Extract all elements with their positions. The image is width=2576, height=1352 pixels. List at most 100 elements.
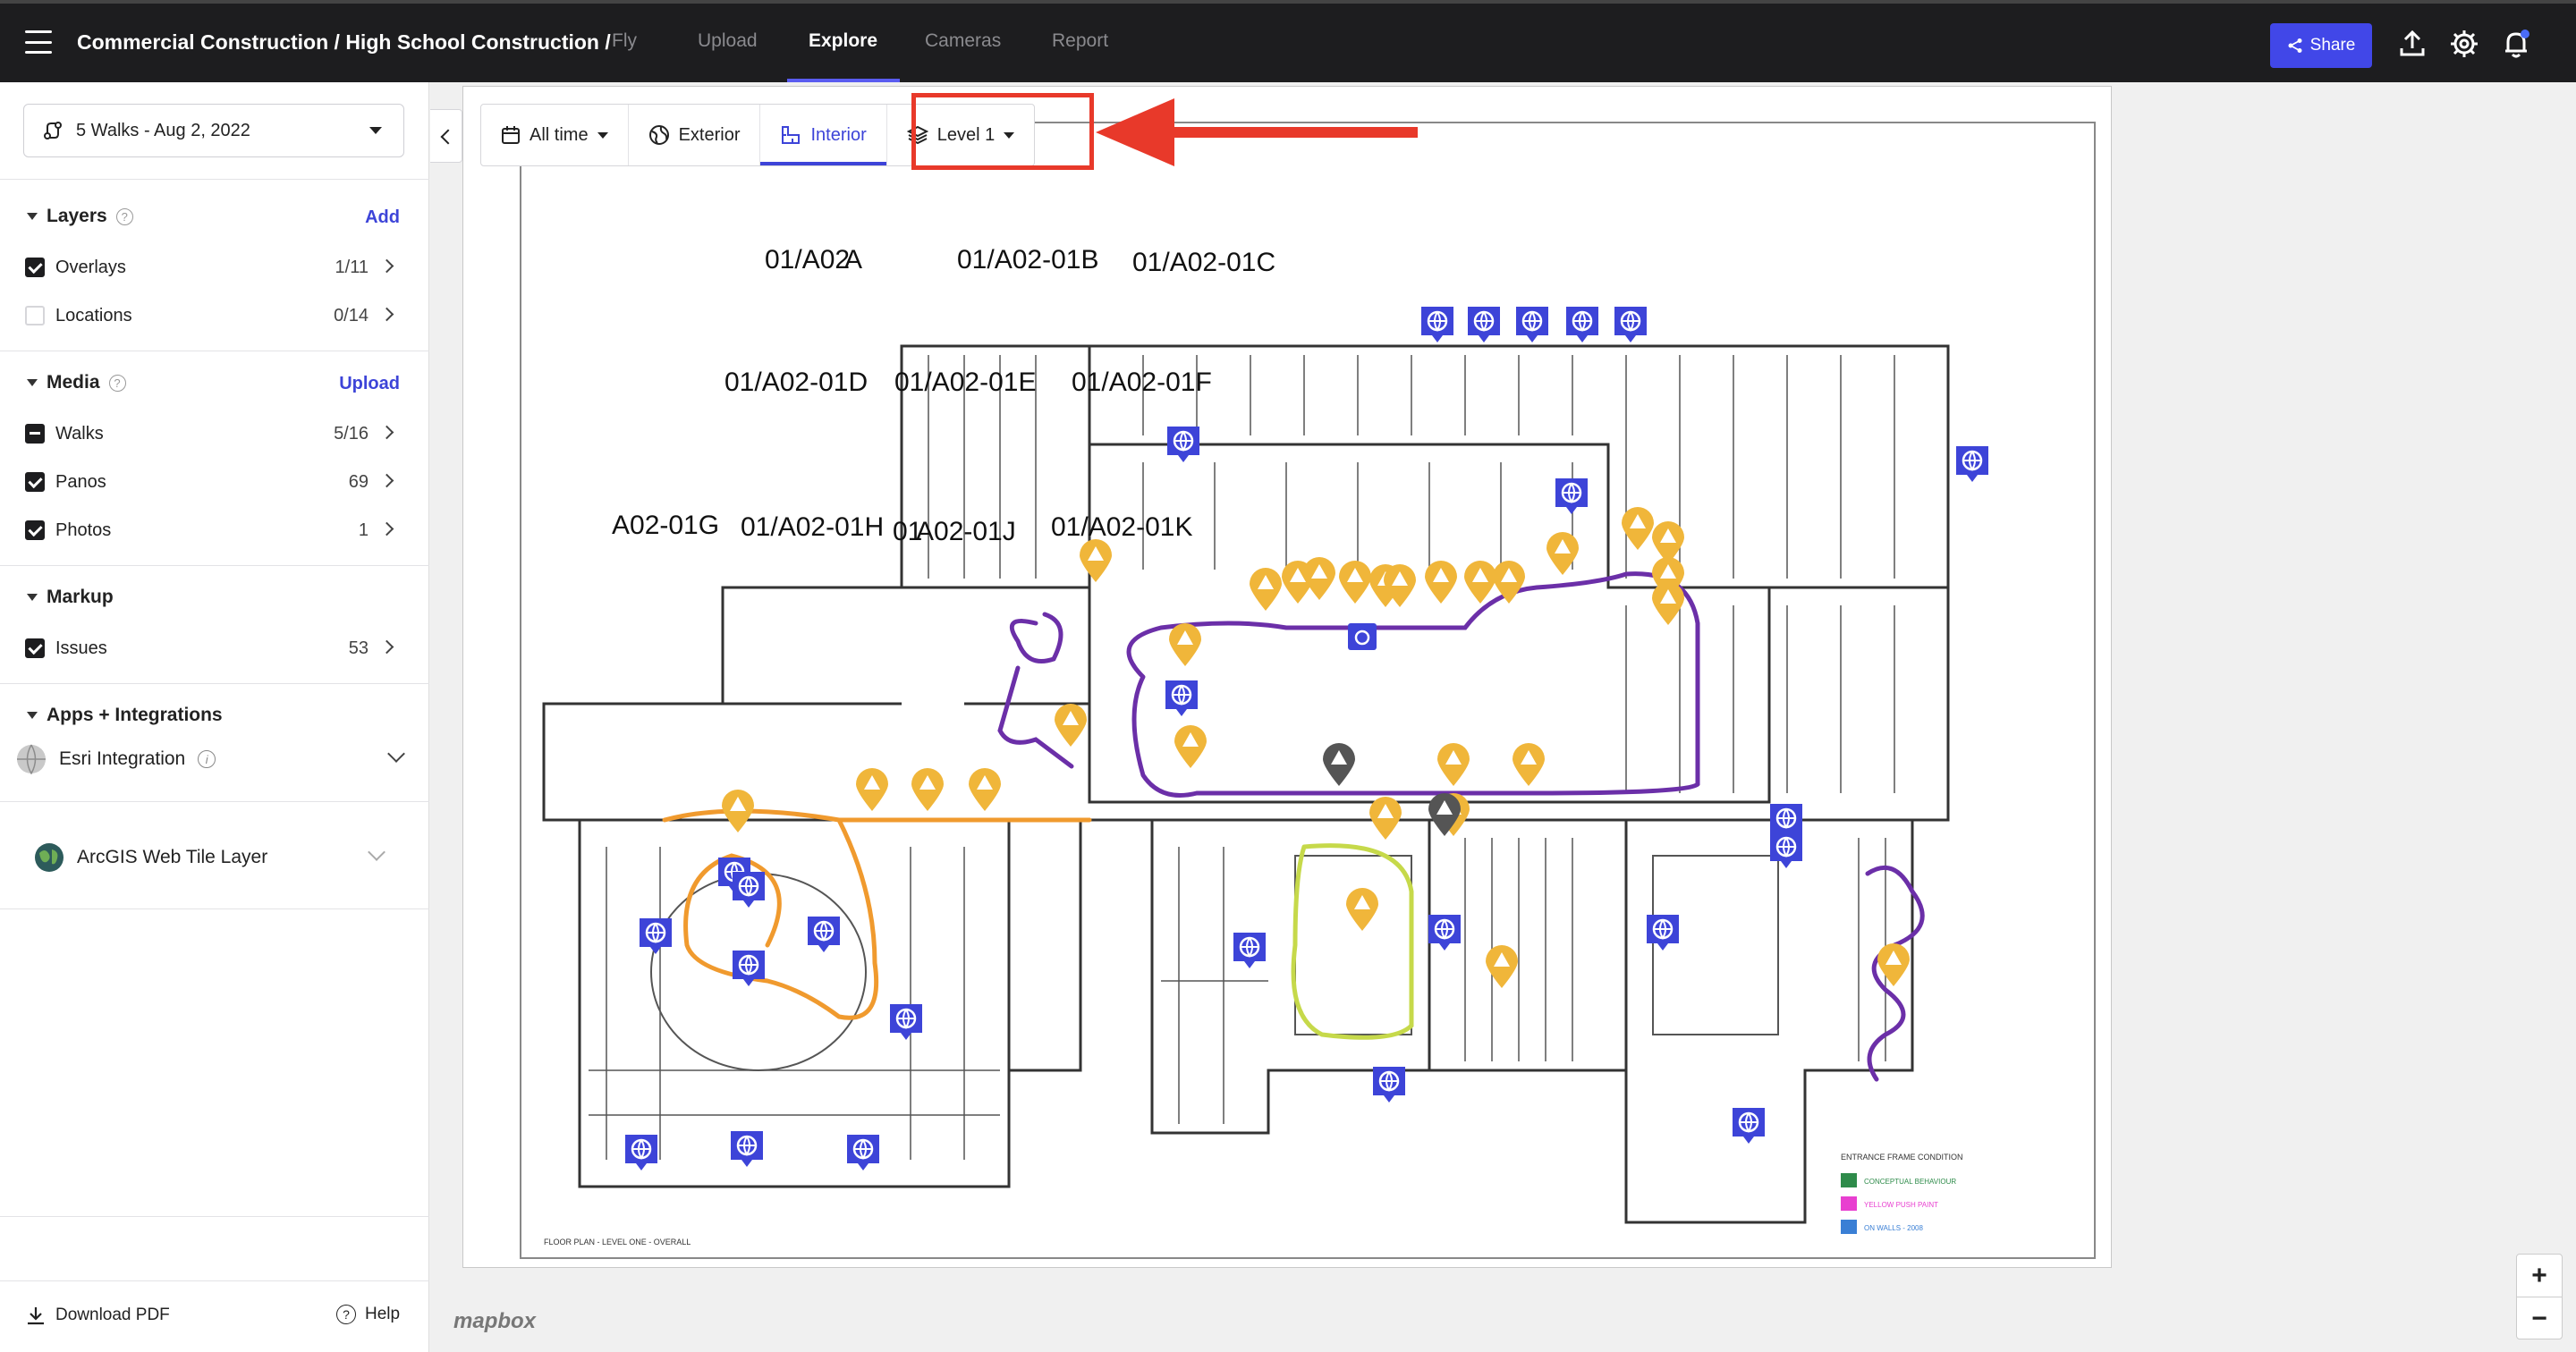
pano-marker-icon[interactable] bbox=[1421, 307, 1453, 342]
pano-marker-icon[interactable] bbox=[731, 1131, 763, 1167]
zoom-in-button[interactable]: + bbox=[2517, 1255, 2562, 1297]
issue-marker-icon[interactable] bbox=[1486, 945, 1518, 988]
chevron-right-icon[interactable] bbox=[379, 521, 394, 537]
time-filter-dropdown[interactable]: All time bbox=[481, 105, 629, 165]
pano-marker-icon[interactable] bbox=[1167, 427, 1199, 462]
pano-marker-icon[interactable] bbox=[1614, 307, 1647, 342]
pano-marker-icon[interactable] bbox=[1516, 307, 1548, 342]
resolved-issue-marker-icon[interactable] bbox=[1323, 743, 1355, 786]
export-upload-icon[interactable] bbox=[2397, 29, 2428, 59]
chevron-right-icon[interactable] bbox=[379, 307, 394, 322]
tab-report[interactable]: Report bbox=[1052, 30, 1108, 52]
issue-marker-icon[interactable] bbox=[1546, 532, 1579, 575]
collapse-sidebar-button[interactable] bbox=[430, 109, 462, 163]
issue-marker-icon[interactable] bbox=[1437, 743, 1470, 786]
issue-marker-icon[interactable] bbox=[856, 768, 888, 811]
issue-marker-icon[interactable] bbox=[1877, 943, 1910, 986]
upload-media-link[interactable]: Upload bbox=[339, 374, 400, 394]
floor-plan-sheet[interactable]: 01/A02 A 01/A02-01B 01/A02-01C 01/A02-01D 01/… bbox=[462, 86, 2112, 1268]
issue-marker-icon[interactable] bbox=[1174, 725, 1207, 768]
help-icon[interactable]: ? bbox=[108, 374, 126, 392]
pano-marker-icon[interactable] bbox=[733, 872, 765, 908]
pano-marker-icon[interactable] bbox=[625, 1135, 657, 1170]
tab-explore[interactable]: Explore bbox=[809, 30, 877, 52]
issue-marker-icon[interactable] bbox=[1464, 561, 1496, 604]
pano-marker-icon[interactable] bbox=[1373, 1067, 1405, 1103]
issue-marker-icon[interactable] bbox=[722, 790, 754, 832]
layers-section-header[interactable]: Layers ? bbox=[27, 206, 133, 227]
chevron-right-icon[interactable] bbox=[379, 258, 394, 274]
add-layer-link[interactable]: Add bbox=[365, 207, 400, 228]
tab-fly[interactable]: Fly bbox=[612, 30, 637, 52]
apps-section-header[interactable]: Apps + Integrations bbox=[27, 705, 223, 726]
chevron-right-icon[interactable] bbox=[379, 473, 394, 488]
issue-marker-icon[interactable] bbox=[1339, 561, 1371, 604]
media-row-walks[interactable]: Walks 5/16 bbox=[25, 420, 401, 447]
pano-marker-icon[interactable] bbox=[1647, 915, 1679, 951]
issue-marker-icon[interactable] bbox=[1513, 743, 1545, 786]
markup-row-issues[interactable]: Issues 53 bbox=[25, 635, 401, 662]
issue-marker-icon[interactable] bbox=[911, 768, 944, 811]
esri-integration-row[interactable]: Esri Integration i bbox=[16, 744, 216, 774]
pano-marker-icon[interactable] bbox=[1468, 307, 1500, 342]
overlays-checkbox[interactable] bbox=[25, 258, 45, 277]
issue-marker-icon[interactable] bbox=[1055, 704, 1087, 747]
media-section-header[interactable]: Media ? bbox=[27, 372, 126, 393]
walk-selector-dropdown[interactable]: 5 Walks - Aug 2, 2022 bbox=[23, 104, 404, 157]
layer-row-locations[interactable]: Locations 0/14 bbox=[25, 302, 401, 329]
issues-checkbox[interactable] bbox=[25, 638, 45, 658]
arcgis-layer-row[interactable]: ArcGIS Web Tile Layer bbox=[34, 842, 267, 873]
issue-marker-icon[interactable] bbox=[1250, 568, 1282, 611]
pano-marker-icon[interactable] bbox=[640, 918, 672, 954]
issue-marker-icon[interactable] bbox=[1080, 539, 1112, 582]
pano-marker-icon[interactable] bbox=[1233, 933, 1266, 968]
chevron-right-icon[interactable] bbox=[379, 425, 394, 440]
map-viewport[interactable]: 01/A02 A 01/A02-01B 01/A02-01C 01/A02-01D 01/… bbox=[430, 82, 2576, 1352]
issue-marker-icon[interactable] bbox=[1346, 888, 1378, 931]
chevron-down-icon[interactable] bbox=[387, 745, 405, 763]
walks-checkbox[interactable] bbox=[25, 424, 45, 444]
chevron-right-icon[interactable] bbox=[379, 639, 394, 655]
help-icon[interactable]: ? bbox=[115, 207, 133, 225]
media-row-panos[interactable]: Panos 69 bbox=[25, 469, 401, 495]
info-icon[interactable]: i bbox=[198, 750, 216, 768]
issue-marker-icon[interactable] bbox=[1425, 561, 1457, 604]
tab-cameras[interactable]: Cameras bbox=[925, 30, 1001, 52]
exterior-view-button[interactable]: Exterior bbox=[629, 105, 761, 165]
pano-marker-icon[interactable] bbox=[1770, 832, 1802, 868]
notification-bell-icon[interactable] bbox=[2501, 29, 2531, 59]
tab-upload[interactable]: Upload bbox=[698, 30, 758, 52]
pano-marker-icon[interactable] bbox=[1555, 478, 1588, 514]
photos-checkbox[interactable] bbox=[25, 520, 45, 540]
download-pdf-button[interactable]: Download PDF bbox=[25, 1305, 170, 1326]
share-button[interactable]: Share bbox=[2270, 23, 2372, 68]
project-breadcrumb[interactable]: Commercial Construction / High School Co… bbox=[77, 30, 611, 55]
pano-marker-icon[interactable] bbox=[847, 1135, 879, 1170]
interior-view-button[interactable]: Interior bbox=[760, 105, 887, 165]
mapbox-attribution[interactable]: mapbox bbox=[453, 1309, 536, 1334]
issue-marker-icon[interactable] bbox=[1369, 797, 1402, 840]
issue-marker-icon[interactable] bbox=[1303, 557, 1335, 600]
panos-checkbox[interactable] bbox=[25, 472, 45, 492]
map-markers[interactable] bbox=[625, 307, 1988, 1170]
pano-marker-icon[interactable] bbox=[808, 917, 840, 952]
issue-marker-icon[interactable] bbox=[969, 768, 1001, 811]
pano-marker-icon[interactable] bbox=[1956, 446, 1988, 482]
locations-checkbox[interactable] bbox=[25, 306, 45, 325]
photo-marker-icon[interactable] bbox=[1348, 623, 1377, 650]
gear-icon[interactable] bbox=[2449, 29, 2479, 59]
pano-marker-icon[interactable] bbox=[1428, 915, 1461, 951]
divider bbox=[0, 801, 429, 802]
markup-section-header[interactable]: Markup bbox=[27, 587, 114, 608]
help-button[interactable]: ? Help bbox=[336, 1305, 400, 1324]
media-row-photos[interactable]: Photos 1 bbox=[25, 517, 401, 544]
pano-marker-icon[interactable] bbox=[1733, 1108, 1765, 1144]
pano-marker-icon[interactable] bbox=[890, 1004, 922, 1040]
pano-marker-icon[interactable] bbox=[1566, 307, 1598, 342]
chevron-down-icon[interactable] bbox=[368, 843, 386, 861]
layer-row-overlays[interactable]: Overlays 1/11 bbox=[25, 254, 401, 281]
issue-marker-icon[interactable] bbox=[1169, 623, 1201, 666]
menu-icon[interactable] bbox=[25, 30, 52, 54]
pano-marker-icon[interactable] bbox=[1165, 680, 1198, 716]
zoom-out-button[interactable]: − bbox=[2517, 1297, 2562, 1340]
